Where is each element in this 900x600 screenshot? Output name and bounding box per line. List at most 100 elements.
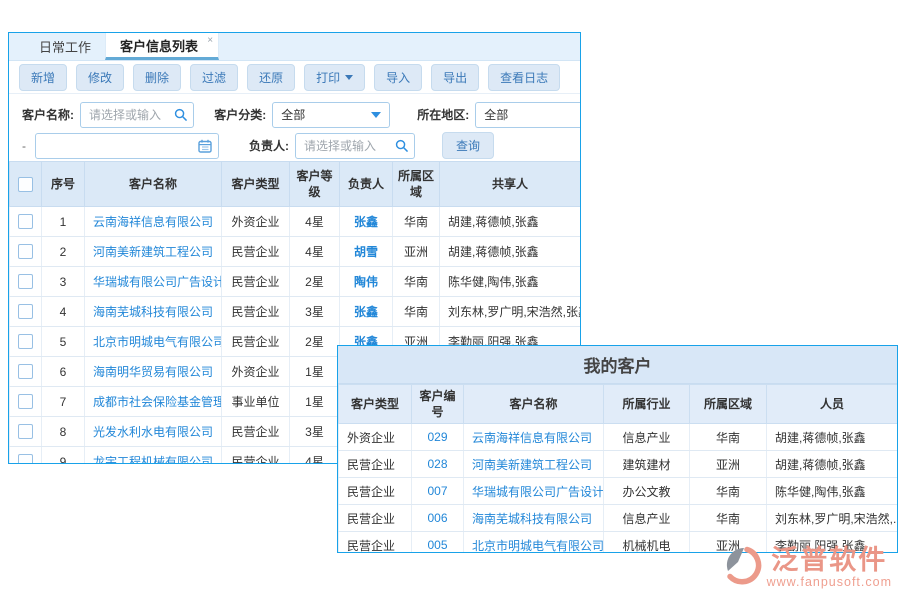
search-icon[interactable] (174, 108, 187, 121)
tab-bar: 日常工作 客户信息列表 × (9, 33, 580, 61)
toolbar-button-export[interactable]: 导出 (431, 64, 479, 91)
date-input[interactable] (35, 133, 219, 159)
filter-row-1: 客户名称: 客户分类: 全部 所在地区: 全部 (9, 99, 580, 130)
customer-name-link[interactable]: 北京市明城电气有限公司 (472, 539, 604, 553)
customer-name-link[interactable]: 龙宇工程机械有限公司 (93, 455, 213, 464)
column-header: 客户类型 (339, 385, 412, 424)
column-header: 所属行业 (604, 385, 690, 424)
row-checkbox[interactable] (18, 304, 33, 319)
table-row: 3华瑞城有限公司广告设计部民营企业2星陶伟华南陈华健,陶伟,张鑫 (10, 267, 581, 297)
row-checkbox[interactable] (18, 394, 33, 409)
toolbar-button-new[interactable]: 新增 (19, 64, 67, 91)
toolbar-button-import[interactable]: 导入 (374, 64, 422, 91)
calendar-icon[interactable] (198, 139, 212, 153)
query-button[interactable]: 查询 (442, 132, 494, 159)
column-header: 负责人 (340, 162, 393, 207)
toolbar: 新增修改删除过滤还原打印导入导出查看日志 (9, 61, 580, 94)
tab-customer-info-list-label: 客户信息列表 (120, 36, 198, 55)
customer-code-link[interactable]: 007 (427, 484, 447, 498)
toolbar-button-edit[interactable]: 修改 (76, 64, 124, 91)
leader-link[interactable]: 胡雪 (354, 245, 378, 259)
toolbar-button-restore[interactable]: 还原 (247, 64, 295, 91)
chevron-down-icon (345, 75, 353, 80)
customer-category-label: 客户分类: (214, 106, 266, 123)
toolbar-button-delete[interactable]: 删除 (133, 64, 181, 91)
select-all-checkbox-cell (10, 162, 42, 207)
row-checkbox[interactable] (18, 244, 33, 259)
brand-name: 泛普软件 (771, 547, 887, 574)
row-checkbox-cell (10, 447, 42, 465)
row-checkbox-cell (10, 237, 42, 267)
district-select[interactable]: 全部 (475, 102, 580, 128)
chevron-down-icon (371, 112, 381, 118)
leader-link[interactable]: 张鑫 (354, 305, 378, 319)
customer-category-value: 全部 (281, 106, 305, 123)
customer-name-link[interactable]: 华瑞城有限公司广告设计部 (472, 485, 604, 499)
table-row: 2河南美新建筑工程公司民营企业4星胡雪亚洲胡建,蒋德帧,张鑫 (10, 237, 581, 267)
customer-name-link[interactable]: 光发水利水电有限公司 (93, 425, 213, 439)
toolbar-button-print[interactable]: 打印 (304, 64, 365, 91)
customer-name-link[interactable]: 河南美新建筑工程公司 (93, 245, 213, 259)
column-header: 客户名称 (464, 385, 604, 424)
district-label: 所在地区: (417, 106, 469, 123)
table-row: 1云南海祥信息有限公司外资企业4星张鑫华南胡建,蒋德帧,张鑫 (10, 207, 581, 237)
customer-name-link[interactable]: 云南海祥信息有限公司 (93, 215, 213, 229)
my-customers-panel: 我的客户 客户类型客户编号客户名称所属行业所属区域人员 外资企业029云南海祥信… (337, 345, 898, 553)
customer-name-link[interactable]: 华瑞城有限公司广告设计部 (93, 275, 222, 289)
column-header: 所属区域 (690, 385, 767, 424)
my-customers-table: 客户类型客户编号客户名称所属行业所属区域人员 外资企业029云南海祥信息有限公司… (338, 384, 898, 553)
column-header: 客户编号 (412, 385, 464, 424)
column-header: 客户类型 (222, 162, 290, 207)
customer-code-link[interactable]: 006 (427, 511, 447, 525)
filter-area: 客户名称: 客户分类: 全部 所在地区: 全部 - (9, 94, 580, 161)
row-checkbox[interactable] (18, 454, 33, 464)
customer-category-select[interactable]: 全部 (272, 102, 390, 128)
customer-code-link[interactable]: 029 (427, 430, 447, 444)
row-checkbox-cell (10, 207, 42, 237)
customer-name-link[interactable]: 成都市社会保险基金管理... (93, 395, 222, 409)
row-checkbox[interactable] (18, 214, 33, 229)
customer-name-link[interactable]: 海南明华贸易有限公司 (93, 365, 213, 379)
row-checkbox[interactable] (18, 274, 33, 289)
my-customers-title: 我的客户 (338, 346, 897, 384)
column-header: 所属区域 (393, 162, 440, 207)
column-header: 人员 (767, 385, 898, 424)
customer-name-link[interactable]: 河南美新建筑工程公司 (472, 458, 592, 472)
leader-link[interactable]: 张鑫 (354, 215, 378, 229)
district-value: 全部 (484, 106, 508, 123)
search-icon[interactable] (395, 139, 408, 152)
customer-code-link[interactable]: 028 (427, 457, 447, 471)
table-row: 外资企业029云南海祥信息有限公司信息产业华南胡建,蒋德帧,张鑫 (339, 424, 898, 451)
date-range-separator: - (22, 139, 26, 153)
row-checkbox[interactable] (18, 334, 33, 349)
customer-name-label: 客户名称: (22, 106, 74, 123)
screen: 日常工作 客户信息列表 × 新增修改删除过滤还原打印导入导出查看日志 客户名称:… (0, 0, 900, 600)
row-checkbox[interactable] (18, 364, 33, 379)
leader-link[interactable]: 陶伟 (354, 275, 378, 289)
tab-customer-info-list[interactable]: 客户信息列表 × (105, 33, 219, 60)
customer-name-link[interactable]: 海南芜城科技有限公司 (472, 512, 592, 526)
table-row: 民营企业007华瑞城有限公司广告设计部办公文教华南陈华健,陶伟,张鑫 (339, 478, 898, 505)
customer-name-link[interactable]: 海南芜城科技有限公司 (93, 305, 213, 319)
row-checkbox-cell (10, 267, 42, 297)
row-checkbox-cell (10, 297, 42, 327)
column-header: 序号 (42, 162, 85, 207)
table-row: 4海南芜城科技有限公司民营企业3星张鑫华南刘东林,罗广明,宋浩然,张鑫 (10, 297, 581, 327)
customer-name-link[interactable]: 北京市明城电气有限公司 (93, 335, 222, 349)
select-all-checkbox[interactable] (18, 177, 33, 192)
toolbar-button-view-log[interactable]: 查看日志 (488, 64, 560, 91)
filter-row-2: - 负责人: 查询 (9, 130, 580, 161)
row-checkbox-cell (10, 417, 42, 447)
toolbar-button-filter[interactable]: 过滤 (190, 64, 238, 91)
brand-website: www.fanpusoft.com (767, 576, 892, 589)
column-header: 客户名称 (85, 162, 222, 207)
customer-name-link[interactable]: 云南海祥信息有限公司 (472, 431, 592, 445)
tab-daily-work[interactable]: 日常工作 (25, 33, 105, 60)
customer-code-link[interactable]: 005 (427, 538, 447, 552)
tab-close-icon[interactable]: × (207, 35, 213, 46)
row-checkbox-cell (10, 357, 42, 387)
column-header: 共享人 (440, 162, 581, 207)
table-row: 民营企业028河南美新建筑工程公司建筑建材亚洲胡建,蒋德帧,张鑫 (339, 451, 898, 478)
row-checkbox[interactable] (18, 424, 33, 439)
row-checkbox-cell (10, 387, 42, 417)
